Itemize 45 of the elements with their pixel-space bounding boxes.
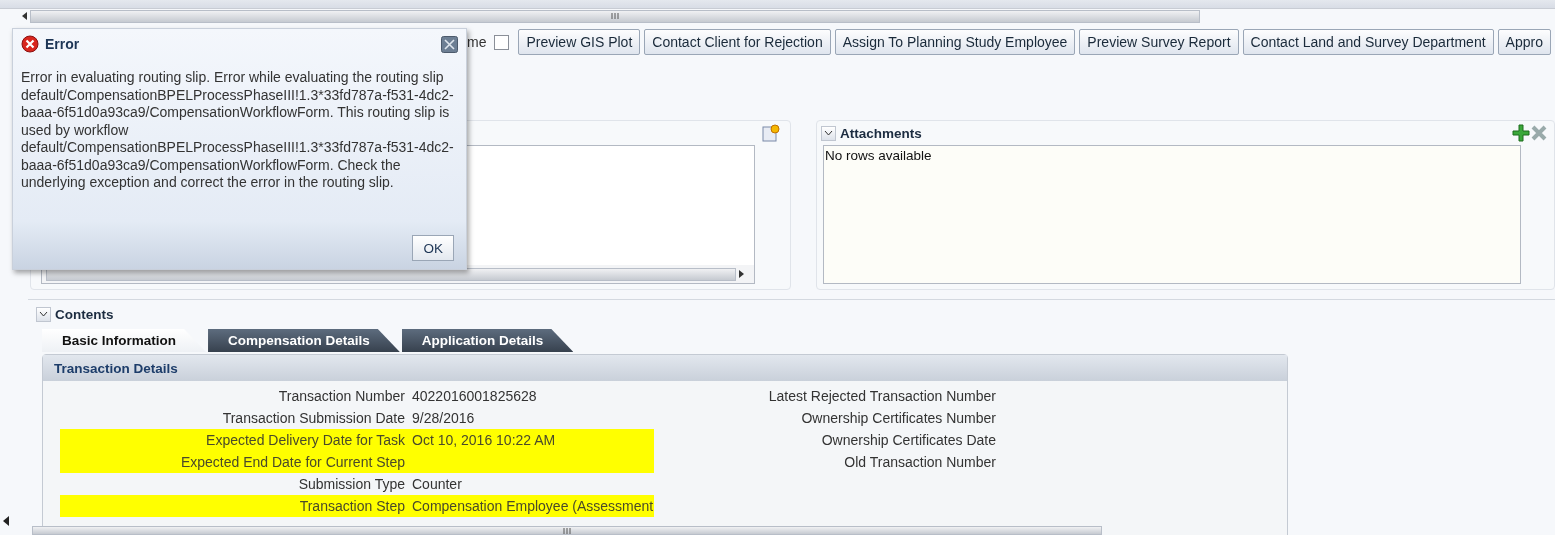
field-label: Old Transaction Number: [843, 454, 996, 470]
grip-icon: [611, 12, 619, 20]
checkbox[interactable]: [494, 34, 510, 50]
close-icon[interactable]: [441, 35, 458, 53]
collapse-icon[interactable]: [36, 306, 51, 322]
field-label: Expected End Date for Current Step: [179, 454, 405, 470]
note-icon: [762, 124, 780, 142]
section-header: Transaction Details: [43, 355, 1287, 381]
field-label: Transaction Submission Date: [221, 410, 405, 426]
field-value: Compensation Employee (Assessment: [412, 498, 654, 514]
ok-button[interactable]: OK: [412, 235, 454, 261]
field-value: Oct 10, 2016 10:22 AM: [412, 432, 557, 448]
error-message: Error in evaluating routing slip. Error while evaluating the routing slip default/CompensationBPELProcessPhaseIII!1.3*33fd787a-f531-4dc2-baaa-6f51d0a93ca9/CompensationWorkflowForm. This routing slip is used by workflow default/CompensationBPELProcessPhaseIII!1.3*33fd787a-f531-4dc2-baaa-6f51d0a93ca9/CompensationWorkflowForm. Check the underlying exception and correct the error in the routing slip.: [21, 69, 454, 192]
field-label: Ownership Certificates Date: [820, 432, 996, 448]
field-label: Expected Delivery Date for Task: [205, 432, 405, 448]
toolbar-button[interactable]: Preview GIS Plot: [518, 29, 641, 55]
field-value: Counter: [412, 476, 463, 492]
tab[interactable]: Basic Information: [42, 329, 207, 352]
collapse-icon[interactable]: [821, 125, 836, 141]
field-label: Submission Type: [297, 476, 405, 492]
toolbar-button[interactable]: Preview Survey Report: [1079, 29, 1239, 55]
horizontal-scrollbar[interactable]: [32, 526, 1102, 535]
section-title: Contents: [55, 306, 114, 322]
field-label: Latest Rejected Transaction Number: [767, 388, 996, 404]
dialog-title: Error: [45, 36, 80, 52]
error-icon: [21, 35, 39, 53]
horizontal-scrollbar[interactable]: [30, 9, 1200, 23]
field-label: Ownership Certificates Number: [800, 410, 996, 426]
toolbar-button[interactable]: Assign To Planning Study Employee: [834, 29, 1076, 55]
field-label: Transaction Step: [298, 498, 405, 514]
toolbar-button[interactable]: Appro: [1497, 29, 1551, 55]
empty-message: No rows available: [824, 147, 933, 165]
panel-title: Attachments: [840, 125, 922, 141]
tab[interactable]: Application Details: [401, 329, 574, 352]
grip-icon: [563, 526, 571, 535]
toolbar-button[interactable]: Contact Client for Rejection: [644, 29, 831, 55]
add-icon[interactable]: [1512, 124, 1530, 142]
field-value: 9/28/2016: [412, 410, 476, 426]
tab[interactable]: Compensation Details: [208, 329, 400, 352]
field-value: 4022016001825628: [412, 388, 538, 404]
checkbox-label: me: [467, 34, 487, 50]
field-label: Transaction Number: [277, 388, 405, 404]
delete-icon[interactable]: [1530, 124, 1548, 142]
scroll-left-icon: [2, 515, 10, 527]
toolbar-button[interactable]: Contact Land and Survey Department: [1242, 29, 1494, 55]
